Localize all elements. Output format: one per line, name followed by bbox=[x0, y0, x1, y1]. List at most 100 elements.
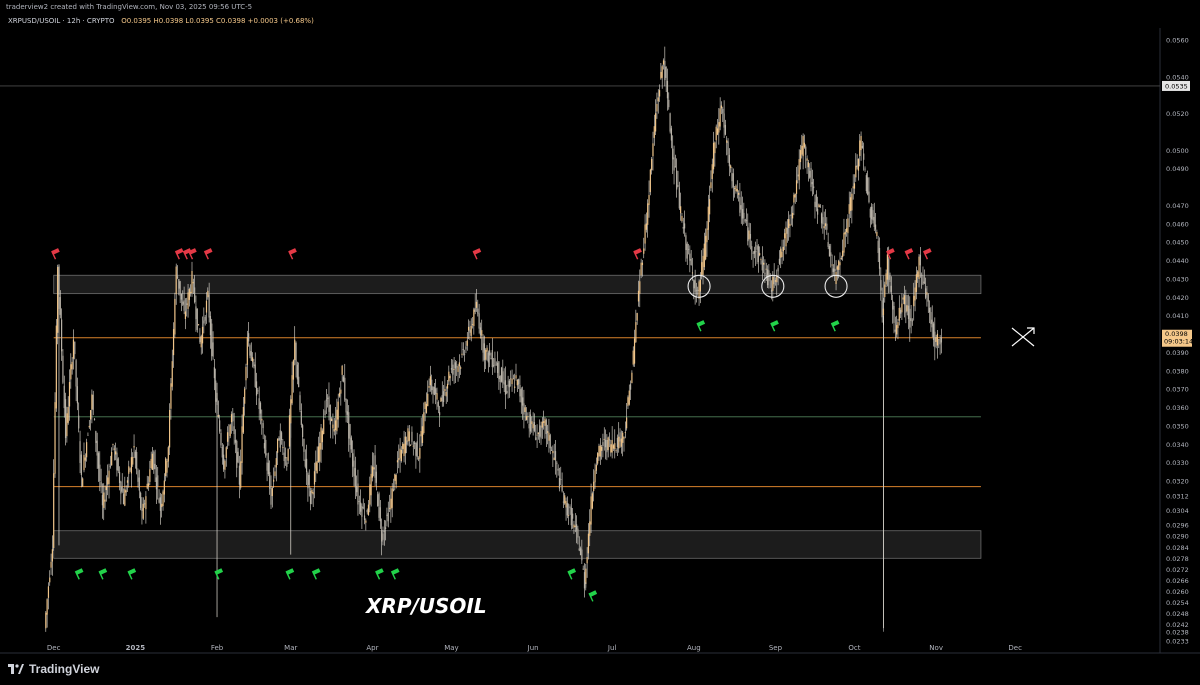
candle-body bbox=[606, 439, 608, 453]
candle-body bbox=[195, 306, 197, 320]
candle-body bbox=[859, 140, 861, 156]
price-tick-label: 0.0330 bbox=[1166, 459, 1189, 467]
candle-body bbox=[439, 412, 441, 416]
candle-body bbox=[450, 368, 453, 370]
candle-body bbox=[54, 402, 56, 474]
candle-body bbox=[734, 188, 736, 189]
candle-body bbox=[756, 244, 758, 250]
candle-body bbox=[471, 324, 474, 325]
candle-body bbox=[763, 262, 765, 265]
candle-body bbox=[171, 361, 173, 387]
candle-body bbox=[406, 440, 408, 445]
price-axis[interactable]: 0.0560 0.0540 0.0520 0.0500 0.0490 0.0470 0.04… bbox=[1162, 37, 1193, 646]
candle-body bbox=[857, 158, 860, 171]
candle-body bbox=[722, 108, 724, 114]
candle-body bbox=[242, 406, 244, 433]
candle-body bbox=[752, 252, 754, 254]
candle-body bbox=[388, 507, 391, 509]
candle-body bbox=[153, 451, 155, 470]
candle-body bbox=[91, 394, 93, 410]
candle-body bbox=[271, 488, 273, 497]
candle-body bbox=[822, 217, 824, 225]
time-tick-label: Nov bbox=[929, 644, 943, 652]
candle-body bbox=[261, 418, 263, 421]
candle-body bbox=[591, 493, 593, 509]
candle-body bbox=[674, 166, 676, 168]
candle-body bbox=[175, 266, 177, 295]
candle-body bbox=[436, 393, 438, 400]
candle-body bbox=[454, 362, 457, 369]
candle-body bbox=[568, 515, 570, 516]
candle-body bbox=[104, 499, 106, 502]
candle-body bbox=[697, 289, 699, 291]
candle-body bbox=[489, 350, 491, 356]
candle-body bbox=[217, 415, 219, 417]
candle-body bbox=[669, 113, 671, 132]
candle-body bbox=[336, 409, 338, 432]
candle-body bbox=[467, 326, 470, 331]
candle-body bbox=[898, 307, 900, 321]
candle-body bbox=[573, 524, 575, 528]
candle-body bbox=[332, 424, 334, 429]
candle-body bbox=[208, 294, 210, 318]
candle-body bbox=[828, 246, 831, 257]
candle-body bbox=[162, 491, 164, 506]
candle-body bbox=[421, 426, 424, 443]
candle-body bbox=[300, 411, 302, 425]
candle-body bbox=[350, 437, 352, 450]
candle-body bbox=[473, 309, 475, 327]
candle-body bbox=[893, 305, 895, 323]
candle-body bbox=[744, 219, 746, 222]
candle-body bbox=[67, 407, 69, 423]
candle-body bbox=[209, 316, 212, 336]
candle-body bbox=[603, 438, 605, 440]
price-tick-label: 0.0350 bbox=[1166, 422, 1189, 430]
candle-body bbox=[849, 197, 852, 211]
candle-body bbox=[516, 379, 518, 386]
candle-body bbox=[302, 425, 304, 438]
candle-body bbox=[901, 303, 903, 313]
candle-body bbox=[307, 473, 309, 489]
candle-body bbox=[220, 432, 222, 446]
candle-body bbox=[851, 193, 853, 211]
candle-body bbox=[880, 280, 882, 291]
candle-body bbox=[253, 362, 255, 367]
price-chart[interactable]: 0.0560 0.0540 0.0520 0.0500 0.0490 0.0470 0.04… bbox=[0, 0, 1200, 685]
candle-body bbox=[241, 426, 243, 463]
candle-body bbox=[514, 386, 516, 388]
candle-body bbox=[720, 105, 723, 109]
candle-body bbox=[273, 479, 275, 482]
candle-body bbox=[651, 158, 653, 171]
candle-body bbox=[362, 507, 364, 509]
candle-body bbox=[387, 513, 389, 522]
candle-body bbox=[353, 460, 355, 477]
candle-body bbox=[737, 192, 740, 195]
candle-body bbox=[92, 394, 94, 410]
candle-body bbox=[506, 390, 508, 394]
candle-body bbox=[258, 398, 260, 410]
candle-body bbox=[461, 353, 463, 355]
candle-body bbox=[136, 452, 138, 470]
candle-body bbox=[839, 262, 841, 266]
candle-body bbox=[917, 271, 919, 278]
candle-body bbox=[70, 364, 72, 380]
candle-body bbox=[188, 289, 190, 300]
price-tick-label: 0.0340 bbox=[1166, 441, 1189, 449]
candle-body bbox=[884, 284, 886, 298]
candle-body bbox=[482, 336, 484, 353]
candle-body bbox=[864, 168, 866, 170]
candle-body bbox=[400, 449, 403, 461]
candle-body bbox=[629, 384, 632, 390]
candle-body bbox=[610, 444, 612, 453]
candle-body bbox=[772, 276, 774, 291]
candle-body bbox=[714, 142, 716, 154]
candle-body bbox=[251, 357, 254, 362]
candle-body bbox=[931, 319, 933, 328]
candle-body bbox=[204, 316, 206, 321]
candle-body bbox=[723, 113, 725, 128]
candle-body bbox=[728, 154, 730, 167]
candle-body bbox=[518, 379, 520, 385]
candle-body bbox=[250, 351, 252, 361]
candle-body bbox=[539, 425, 541, 437]
candle-body bbox=[795, 180, 798, 194]
